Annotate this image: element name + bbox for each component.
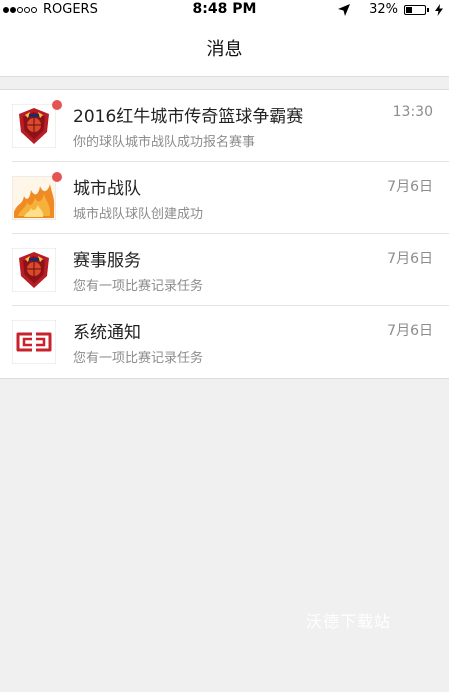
battery-nub [427,7,429,12]
watermark: 沃德下载站 [306,612,392,631]
message-subtitle: 城市战队球队创建成功 [73,207,204,222]
message-item-redbull-event[interactable]: 2016红牛城市传奇篮球争霸赛 你的球队城市战队成功报名赛事 13:30 [0,90,449,162]
status-right: 32% [337,2,443,17]
avatar [12,172,62,220]
location-arrow-icon [338,3,351,16]
message-time: 13:30 [392,104,433,120]
avatar [12,248,56,292]
message-item-event-service[interactable]: 赛事服务 您有一项比赛记录任务 7月6日 [0,234,449,306]
message-subtitle: 您有一项比赛记录任务 [73,279,204,294]
message-time: 7月6日 [387,179,433,195]
message-time: 7月6日 [387,323,433,339]
message-item-city-team[interactable]: 城市战队 城市战队球队创建成功 7月6日 [0,162,449,234]
redbull-shield-icon [12,248,56,292]
message-time: 7月6日 [387,251,433,267]
unread-badge [52,172,62,182]
message-subtitle: 您有一项比赛记录任务 [73,351,204,366]
charging-bolt-icon [435,3,443,16]
redbull-shield-icon [12,104,56,148]
avatar [12,100,62,148]
unread-badge [52,100,62,110]
message-subtitle: 你的球队城市战队成功报名赛事 [73,135,256,150]
system-logo-icon [12,320,56,364]
battery-percent: 32% [369,2,398,17]
avatar [12,320,56,364]
message-list: 2016红牛城市传奇篮球争霸赛 你的球队城市战队成功报名赛事 13:30 城市战… [0,89,449,379]
status-bar: ROGERS 8:48 PM 32% [0,0,449,20]
nav-bar: 消息 [0,20,449,77]
message-item-system-notice[interactable]: 系统通知 您有一项比赛记录任务 7月6日 [0,306,449,378]
page-title: 消息 [206,39,243,60]
flame-team-icon [12,176,56,220]
battery-icon [404,4,426,15]
